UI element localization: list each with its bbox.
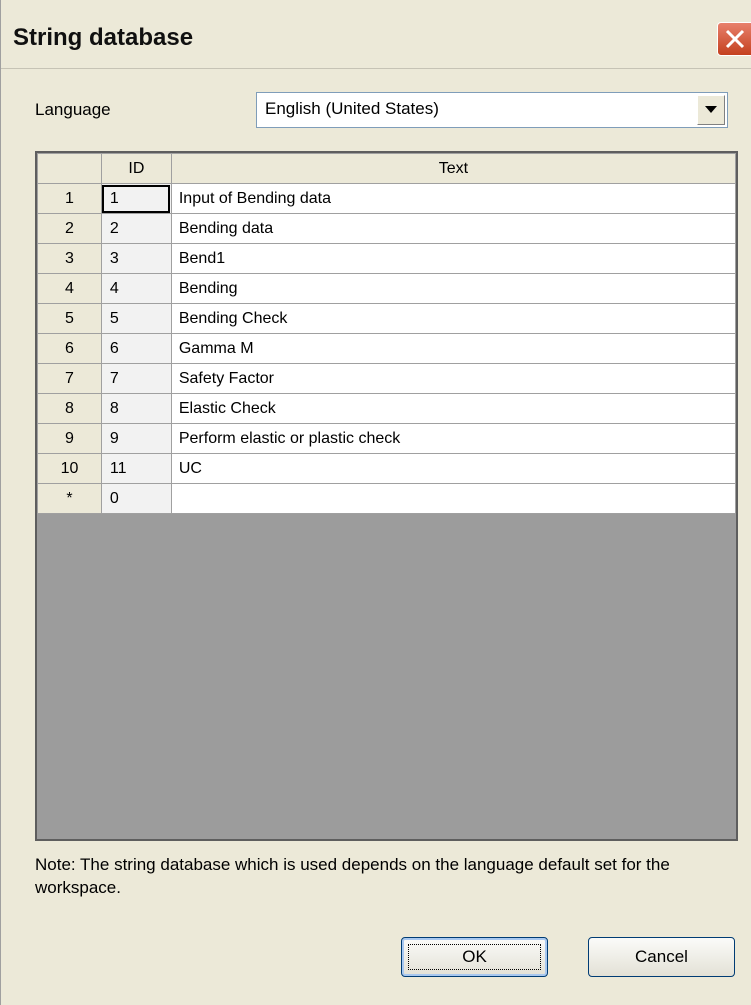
row-header[interactable]: 9 (37, 423, 102, 454)
text-cell[interactable]: Bending data (170, 213, 737, 244)
text-cell[interactable]: Input of Bending data (170, 183, 737, 214)
id-cell[interactable]: 2 (100, 213, 172, 244)
title-bar[interactable]: String database (1, 0, 751, 69)
row-header[interactable]: 1 (37, 183, 102, 214)
corner-header[interactable] (37, 153, 102, 184)
id-cell[interactable]: 3 (100, 243, 172, 274)
table-row[interactable]: 2 2 Bending data (37, 213, 737, 244)
window-title: String database (13, 24, 194, 51)
string-table: ID Text 1 1 Input of Bending data 2 2 Bending… (37, 153, 737, 514)
language-dropdown-button[interactable] (697, 95, 725, 125)
id-cell[interactable]: 11 (100, 453, 172, 484)
text-cell[interactable]: Perform elastic or plastic check (170, 423, 737, 454)
row-header[interactable]: 10 (37, 453, 102, 484)
column-header-text[interactable]: Text (170, 153, 737, 184)
text-cell[interactable]: Bending Check (170, 303, 737, 334)
string-grid[interactable]: ID Text 1 1 Input of Bending data 2 2 Bending… (35, 151, 738, 841)
row-header[interactable]: * (37, 483, 102, 514)
table-row[interactable]: 4 4 Bending (37, 273, 737, 304)
language-label: Language (35, 100, 111, 119)
cancel-button[interactable]: Cancel (588, 937, 735, 977)
table-row[interactable]: 1 1 Input of Bending data (37, 183, 737, 214)
table-row[interactable]: 10 11 UC (37, 453, 737, 484)
column-header-id[interactable]: ID (100, 153, 172, 184)
table-row[interactable]: 9 9 Perform elastic or plastic check (37, 423, 737, 454)
id-cell[interactable]: 8 (100, 393, 172, 424)
table-row[interactable]: 6 6 Gamma M (37, 333, 737, 364)
id-cell[interactable]: 5 (100, 303, 172, 334)
id-cell[interactable]: 0 (100, 483, 172, 514)
row-header[interactable]: 6 (37, 333, 102, 364)
id-cell[interactable]: 6 (100, 333, 172, 364)
table-row[interactable]: 7 7 Safety Factor (37, 363, 737, 394)
text-cell[interactable]: Elastic Check (170, 393, 737, 424)
text-cell[interactable]: Safety Factor (170, 363, 737, 394)
focus-rect (408, 944, 541, 970)
text-cell[interactable] (170, 483, 737, 514)
note-text: Note: The string database which is used … (35, 855, 670, 897)
language-select[interactable]: English (United States) (256, 92, 728, 128)
language-selected-value: English (United States) (265, 99, 439, 118)
row-header[interactable]: 8 (37, 393, 102, 424)
table-row[interactable]: 8 8 Elastic Check (37, 393, 737, 424)
row-header[interactable]: 2 (37, 213, 102, 244)
ok-button[interactable]: OK (401, 937, 548, 977)
text-cell[interactable]: UC (170, 453, 737, 484)
string-database-dialog: String database Language English (United… (0, 0, 751, 1005)
table-row[interactable]: 5 5 Bending Check (37, 303, 737, 334)
row-header[interactable]: 3 (37, 243, 102, 274)
text-cell[interactable]: Bending (170, 273, 737, 304)
close-icon (725, 29, 745, 49)
id-cell[interactable]: 4 (100, 273, 172, 304)
id-cell[interactable]: 7 (100, 363, 172, 394)
header-row: ID Text (37, 153, 737, 184)
close-button[interactable] (717, 22, 751, 56)
new-row[interactable]: * 0 (37, 483, 737, 514)
cancel-button-label: Cancel (635, 947, 688, 966)
table-row[interactable]: 3 3 Bend1 (37, 243, 737, 274)
text-cell[interactable]: Gamma M (170, 333, 737, 364)
row-header[interactable]: 4 (37, 273, 102, 304)
id-cell[interactable]: 9 (100, 423, 172, 454)
text-cell[interactable]: Bend1 (170, 243, 737, 274)
row-header[interactable]: 7 (37, 363, 102, 394)
chevron-down-icon (705, 106, 717, 113)
id-cell[interactable]: 1 (100, 183, 172, 214)
row-header[interactable]: 5 (37, 303, 102, 334)
